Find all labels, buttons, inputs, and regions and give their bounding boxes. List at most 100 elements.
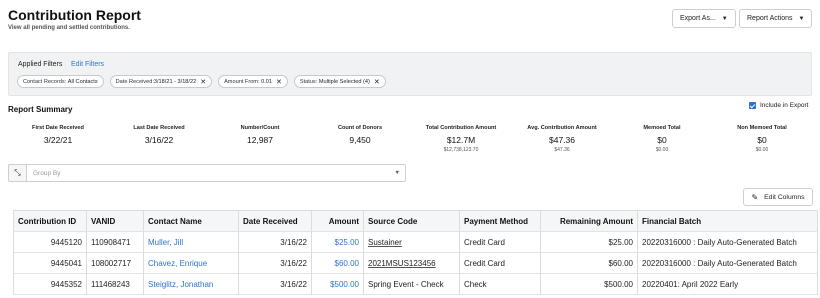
chip-key: Contact Records:: [23, 78, 67, 85]
remove-chip-icon[interactable]: ✕: [276, 78, 282, 86]
contact-link[interactable]: Steiglitz, Jonathan: [148, 280, 213, 289]
amount-link[interactable]: $25.00: [335, 238, 359, 247]
chip-key: Status:: [299, 78, 318, 85]
cell-payment-method: Check: [459, 273, 541, 295]
amount-link[interactable]: $60.00: [335, 259, 359, 268]
source-code-link[interactable]: Sustainer: [368, 238, 402, 247]
stat-memoed-total: Memoed Total $0 $0.00: [612, 125, 712, 153]
filter-chip-date-received: Date Received: 3/18/21 - 3/18/22 ✕: [109, 75, 213, 88]
cell-date-received: 3/16/22: [238, 231, 312, 253]
source-code-link[interactable]: 2021MSUS123456: [368, 259, 436, 268]
table-row: 9445352 111468243 Steiglitz, Jonathan 3/…: [13, 273, 818, 295]
amount-link[interactable]: $500.00: [330, 280, 359, 289]
include-in-export-toggle[interactable]: Include in Export: [749, 102, 808, 109]
caret-down-icon: ▼: [798, 15, 805, 22]
cell-date-received: 3/16/22: [238, 273, 312, 295]
cell-amount: $500.00: [311, 273, 364, 295]
edit-columns-label: Edit Columns: [764, 193, 805, 201]
remove-chip-icon[interactable]: ✕: [200, 78, 206, 86]
cell-amount: $25.00: [311, 231, 364, 253]
stat-value: 3/16/22: [144, 135, 174, 145]
cell-vanid: 111468243: [86, 273, 144, 295]
cell-remaining-amount: $60.00: [540, 252, 638, 274]
stat-subvalue: $0.00: [755, 147, 769, 153]
cell-payment-method: Credit Card: [459, 252, 541, 274]
col-amount[interactable]: Amount: [311, 210, 364, 232]
stat-label: Total Contribution Amount: [425, 125, 497, 131]
group-by-control: ⤡ Group By ▼: [8, 164, 406, 182]
col-contact-name[interactable]: Contact Name: [143, 210, 239, 232]
edit-columns-button[interactable]: ✎ Edit Columns: [743, 188, 813, 206]
col-remaining-amount[interactable]: Remaining Amount: [540, 210, 638, 232]
filter-chip-status: Status: Multiple Selected (4) ✕: [293, 75, 386, 88]
cell-financial-batch: 20220316000 : Daily Auto-Generated Batch: [637, 231, 818, 253]
table-header-row: Contribution ID VANID Contact Name Date …: [13, 210, 818, 232]
col-source-code[interactable]: Source Code: [363, 210, 460, 232]
stat-count: Number/Count 12,987: [210, 125, 310, 145]
group-by-select[interactable]: Group By ▼: [27, 164, 406, 182]
col-contribution-id[interactable]: Contribution ID: [13, 210, 87, 232]
stat-subvalue: $0.00: [655, 147, 669, 153]
page-subtitle: View all pending and settled contributio…: [8, 25, 130, 31]
stat-last-date: Last Date Received 3/16/22: [109, 125, 209, 145]
report-actions-button[interactable]: Report Actions ▼: [739, 9, 813, 28]
caret-down-icon: ▼: [394, 170, 400, 176]
col-vanid[interactable]: VANID: [86, 210, 144, 232]
cell-contribution-id: 9445352: [13, 273, 87, 295]
contact-link[interactable]: Chavez, Enrique: [148, 259, 207, 268]
stat-label: Non Memoed Total: [737, 125, 787, 131]
cell-source-code: Spring Event - Check: [363, 273, 460, 295]
stat-avg-amount: Avg. Contribution Amount $47.36 $47.36: [512, 125, 612, 153]
collapse-expand-icon[interactable]: ⤡: [8, 164, 27, 182]
chip-key: Date Received:: [115, 78, 154, 85]
cell-vanid: 108002717: [86, 252, 144, 274]
stat-value: $0: [657, 135, 667, 145]
contributions-table: Contribution ID VANID Contact Name Date …: [13, 210, 818, 295]
applied-filters-label: Applied Filters: [18, 61, 63, 68]
cell-financial-batch: 20220316000 : Daily Auto-Generated Batch: [637, 252, 818, 274]
cell-contact-name: Steiglitz, Jonathan: [143, 273, 239, 295]
stat-value: 12,987: [247, 135, 273, 145]
caret-down-icon: ▼: [721, 15, 728, 22]
col-financial-batch[interactable]: Financial Batch: [637, 210, 818, 232]
stat-label: Memoed Total: [643, 125, 681, 131]
stat-label: Number/Count: [240, 125, 280, 131]
cell-remaining-amount: $500.00: [540, 273, 638, 295]
chip-value: Multiple Selected (4): [318, 78, 370, 85]
contact-link[interactable]: Muller, Jill: [148, 238, 183, 247]
checkbox-checked-icon[interactable]: [749, 102, 756, 109]
cell-financial-batch: 20220401: April 2022 Early: [637, 273, 818, 295]
remove-chip-icon[interactable]: ✕: [374, 78, 380, 86]
filter-chip-amount-from: Amount From: 0.01 ✕: [218, 75, 288, 88]
stat-value: 9,450: [349, 135, 371, 145]
filter-chip-contact-records: Contact Records: All Contacts: [17, 75, 104, 88]
cell-vanid: 110908471: [86, 231, 144, 253]
stat-value: 3/22/21: [43, 135, 73, 145]
cell-contact-name: Muller, Jill: [143, 231, 239, 253]
stat-label: Avg. Contribution Amount: [527, 125, 597, 131]
group-by-placeholder: Group By: [33, 169, 61, 177]
col-payment-method[interactable]: Payment Method: [459, 210, 541, 232]
chip-value: 0.01: [261, 78, 272, 85]
stat-value: $0: [757, 135, 767, 145]
cell-contribution-id: 9445041: [13, 252, 87, 274]
pencil-icon: ✎: [751, 192, 759, 202]
summary-stats: First Date Received 3/22/21 Last Date Re…: [8, 125, 812, 157]
report-summary-title: Report Summary: [8, 105, 73, 114]
col-date-received[interactable]: Date Received: [238, 210, 312, 232]
include-in-export-label: Include in Export: [760, 102, 809, 109]
cell-contact-name: Chavez, Enrique: [143, 252, 239, 274]
cell-payment-method: Credit Card: [459, 231, 541, 253]
cell-date-received: 3/16/22: [238, 252, 312, 274]
cell-remaining-amount: $25.00: [540, 231, 638, 253]
stat-label: Last Date Received: [133, 125, 185, 131]
page-title: Contribution Report: [8, 7, 141, 23]
stat-non-memoed-total: Non Memoed Total $0 $0.00: [712, 125, 812, 153]
cell-contribution-id: 9445120: [13, 231, 87, 253]
edit-filters-link[interactable]: Edit Filters: [71, 61, 104, 68]
stat-subvalue: $12,738,123.70: [443, 147, 479, 153]
table-row: 9445120 110908471 Muller, Jill 3/16/22 $…: [13, 231, 818, 253]
export-as-button[interactable]: Export As... ▼: [672, 9, 736, 28]
table-row: 9445041 108002717 Chavez, Enrique 3/16/2…: [13, 252, 818, 274]
page-header: Contribution Report View all pending and…: [0, 0, 820, 42]
